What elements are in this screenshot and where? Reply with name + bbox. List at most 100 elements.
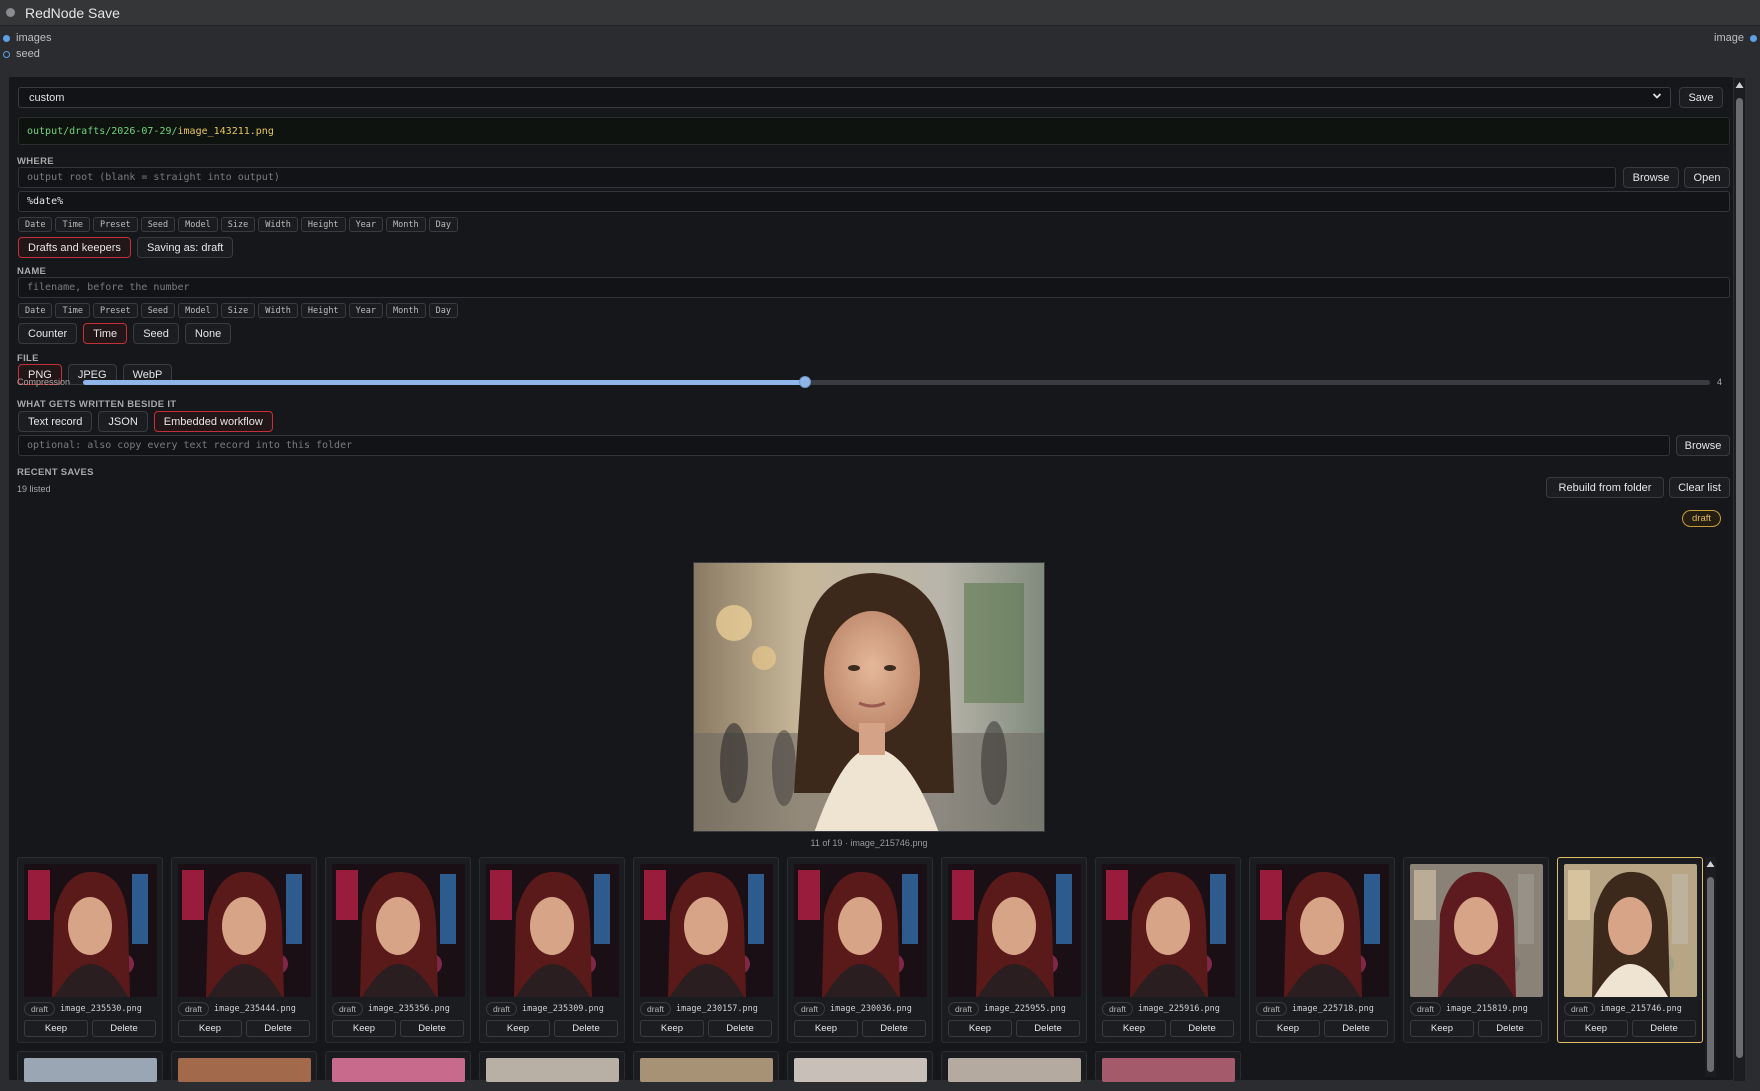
thumbnail-image[interactable] — [640, 1058, 773, 1082]
thumbnail-image[interactable] — [948, 864, 1081, 997]
thumbnail-image[interactable] — [1102, 1058, 1235, 1082]
delete-button[interactable]: Delete — [554, 1020, 618, 1037]
delete-button[interactable]: Delete — [1016, 1020, 1080, 1037]
recent-save-card[interactable] — [325, 1051, 471, 1082]
thumbnail-image[interactable] — [24, 1058, 157, 1082]
delete-button[interactable]: Delete — [1478, 1020, 1542, 1037]
filename-input[interactable]: filename, before the number — [18, 277, 1730, 298]
output-root-input[interactable]: output root (blank = straight into outpu… — [18, 167, 1616, 188]
compression-slider[interactable] — [83, 376, 1710, 388]
mode-saving-as[interactable]: Saving as: draft — [136, 237, 234, 258]
thumbnail-image[interactable] — [178, 864, 311, 997]
keep-button[interactable]: Keep — [948, 1020, 1012, 1037]
token-day[interactable]: Day — [428, 303, 458, 318]
token-day[interactable]: Day — [428, 217, 458, 232]
delete-button[interactable]: Delete — [862, 1020, 926, 1037]
recent-save-card[interactable]: draft image_225718.png Keep Delete — [1249, 857, 1395, 1043]
thumbnail-image[interactable] — [24, 864, 157, 997]
slot-empty-dot[interactable] — [3, 50, 10, 58]
scroll-up-icon[interactable] — [1735, 81, 1744, 89]
recent-save-card[interactable]: draft image_215819.png Keep Delete — [1403, 857, 1549, 1043]
recent-save-card[interactable]: draft image_230036.png Keep Delete — [787, 857, 933, 1043]
recent-save-card[interactable] — [633, 1051, 779, 1082]
thumbnail-image[interactable] — [1256, 864, 1389, 997]
keep-button[interactable]: Keep — [1256, 1020, 1320, 1037]
thumbnail-image[interactable] — [948, 1058, 1081, 1082]
recent-save-card[interactable]: draft image_215746.png Keep Delete — [1557, 857, 1703, 1043]
token-height[interactable]: Height — [300, 303, 346, 318]
preset-select[interactable]: custom — [18, 87, 1671, 108]
token-width[interactable]: Width — [258, 303, 298, 318]
suffix-seed[interactable]: Seed — [133, 323, 179, 344]
recent-save-card[interactable] — [787, 1051, 933, 1082]
save-preset-button[interactable]: Save — [1679, 87, 1723, 108]
token-size[interactable]: Size — [220, 217, 256, 232]
thumbnail-image[interactable] — [1564, 864, 1697, 997]
delete-button[interactable]: Delete — [708, 1020, 772, 1037]
thumbnail-image[interactable] — [332, 1058, 465, 1082]
recent-save-card[interactable]: draft image_235356.png Keep Delete — [325, 857, 471, 1043]
token-date[interactable]: Date — [18, 303, 53, 318]
suffix-time[interactable]: Time — [83, 323, 128, 344]
recent-save-card[interactable] — [17, 1051, 163, 1082]
recent-save-card[interactable] — [171, 1051, 317, 1082]
panel-scrollbar[interactable] — [1734, 78, 1745, 1081]
recent-save-card[interactable]: draft image_225916.png Keep Delete — [1095, 857, 1241, 1043]
input-slot-seed[interactable]: seed — [3, 48, 40, 60]
delete-button[interactable]: Delete — [246, 1020, 310, 1037]
thumbnail-image[interactable] — [1410, 864, 1543, 997]
token-preset[interactable]: Preset — [92, 303, 138, 318]
folder-pattern-input[interactable]: %date% — [18, 191, 1730, 212]
recent-save-card[interactable]: draft image_235530.png Keep Delete — [17, 857, 163, 1043]
token-time[interactable]: Time — [55, 217, 90, 232]
thumbnail-image[interactable] — [640, 864, 773, 997]
slot-connected-dot[interactable] — [1750, 34, 1757, 42]
sidecar-embedded-workflow[interactable]: Embedded workflow — [153, 411, 273, 432]
delete-button[interactable]: Delete — [400, 1020, 464, 1037]
thumbnail-image[interactable] — [178, 1058, 311, 1082]
token-model[interactable]: Model — [178, 303, 218, 318]
delete-button[interactable]: Delete — [92, 1020, 156, 1037]
delete-button[interactable]: Delete — [1170, 1020, 1234, 1037]
delete-button[interactable]: Delete — [1324, 1020, 1388, 1037]
thumbnail-image[interactable] — [794, 864, 927, 997]
compression-slider-thumb[interactable] — [799, 376, 812, 388]
scrollbar-thumb[interactable] — [1736, 98, 1743, 1058]
token-year[interactable]: Year — [348, 217, 384, 232]
token-size[interactable]: Size — [220, 303, 256, 318]
open-root-button[interactable]: Open — [1684, 167, 1730, 188]
token-date[interactable]: Date — [18, 217, 53, 232]
input-slot-images[interactable]: images — [3, 32, 51, 44]
slot-connected-dot[interactable] — [3, 34, 10, 42]
preview-image[interactable] — [693, 562, 1045, 832]
sidecar-browse-button[interactable]: Browse — [1676, 435, 1730, 456]
mode-drafts-and-keepers[interactable]: Drafts and keepers — [18, 237, 131, 258]
sidecar-folder-input[interactable]: optional: also copy every text record in… — [18, 435, 1670, 456]
recent-save-card[interactable]: draft image_235309.png Keep Delete — [479, 857, 625, 1043]
browse-root-button[interactable]: Browse — [1623, 167, 1679, 188]
node-header[interactable]: RedNode Save — [0, 0, 1760, 26]
token-seed[interactable]: Seed — [140, 217, 176, 232]
rebuild-from-folder-button[interactable]: Rebuild from folder — [1546, 477, 1664, 498]
node-collapse-dot[interactable] — [6, 8, 15, 17]
clear-list-button[interactable]: Clear list — [1669, 477, 1730, 498]
keep-button[interactable]: Keep — [640, 1020, 704, 1037]
recent-save-card[interactable] — [479, 1051, 625, 1082]
thumbnail-image[interactable] — [486, 1058, 619, 1082]
grid-scrollbar[interactable] — [1705, 857, 1716, 1077]
keep-button[interactable]: Keep — [24, 1020, 88, 1037]
delete-button[interactable]: Delete — [1632, 1020, 1696, 1037]
token-width[interactable]: Width — [258, 217, 298, 232]
recent-save-card[interactable]: draft image_235444.png Keep Delete — [171, 857, 317, 1043]
thumbnail-image[interactable] — [1102, 864, 1235, 997]
thumbnail-image[interactable] — [486, 864, 619, 997]
scrollbar-thumb[interactable] — [1707, 877, 1714, 1072]
scroll-up-icon[interactable] — [1706, 860, 1715, 868]
keep-button[interactable]: Keep — [178, 1020, 242, 1037]
recent-save-card[interactable] — [1095, 1051, 1241, 1082]
suffix-counter[interactable]: Counter — [18, 323, 78, 344]
recent-save-card[interactable]: draft image_230157.png Keep Delete — [633, 857, 779, 1043]
keep-button[interactable]: Keep — [1102, 1020, 1166, 1037]
sidecar-json[interactable]: JSON — [98, 411, 148, 432]
recent-save-card[interactable]: draft image_225955.png Keep Delete — [941, 857, 1087, 1043]
